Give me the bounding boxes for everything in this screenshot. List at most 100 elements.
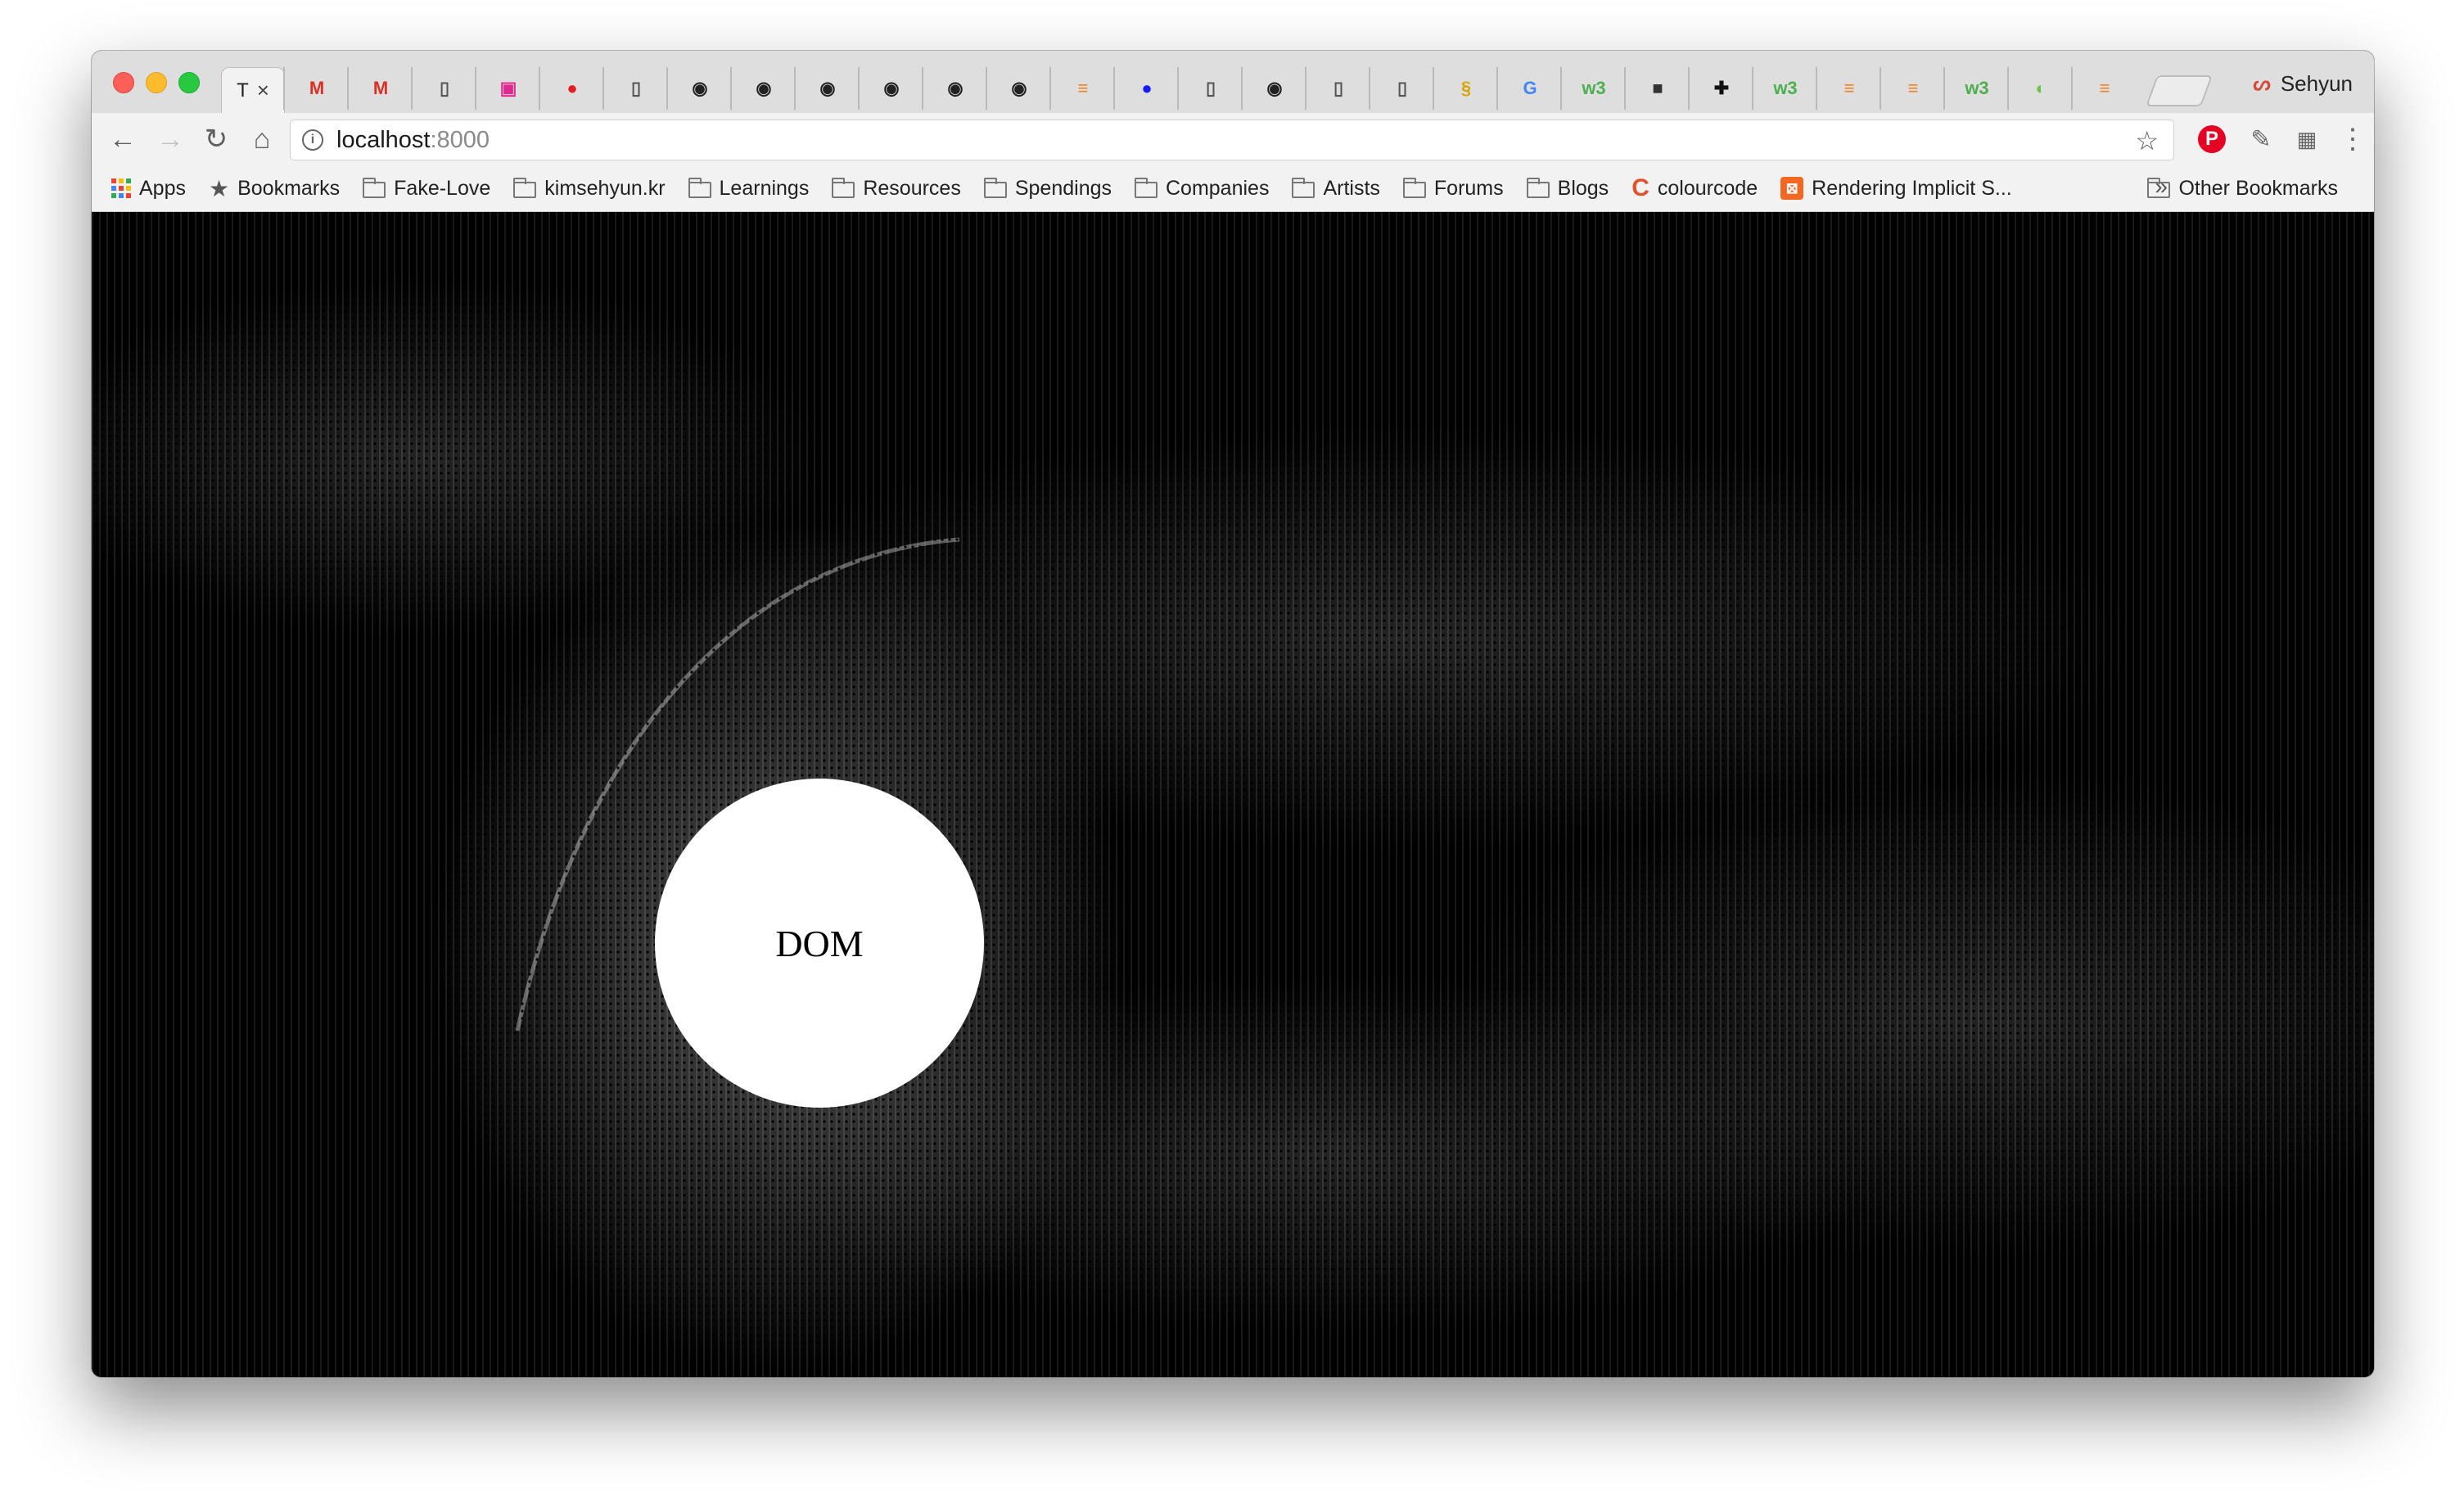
tab[interactable]: ▯ [1305,67,1370,110]
tab[interactable]: ▯ [1177,67,1243,110]
tab[interactable]: w3 [1752,67,1817,110]
tab[interactable]: ◉ [730,67,796,110]
bookmark-star-icon[interactable]: ☆ [2135,125,2159,156]
stackoverflow-icon: ≡ [1907,78,1919,98]
tab[interactable]: ▯ [602,67,668,110]
tab[interactable]: ▯ [1369,67,1434,110]
back-button[interactable]: ← [105,121,141,157]
qr-extension-button[interactable]: ▦ [2290,123,2323,156]
tab[interactable]: § [1433,67,1498,110]
bookmark-label: Apps [139,176,186,200]
tab[interactable]: M [347,67,413,110]
tab[interactable]: ✚ [1688,67,1753,110]
bookmark-label: Artists [1323,176,1380,200]
stackoverflow-icon: ≡ [1843,78,1855,98]
home-icon: ⌂ [253,123,271,155]
tab-active[interactable]: T × [221,67,285,113]
info-icon[interactable]: i [302,129,323,151]
tab[interactable]: G [1496,67,1562,110]
tab-list: T × M M ▯ ▣ ● ▯ ◉ ◉ ◉ ◉ ◉ ◉ ≡ ● ▯ ◉ ▯ ▯ § Gw3 ■ ✚ w3 ≡ ≡ w3 ◐ ≡ [221,67,2213,113]
browser-menu-button[interactable]: ⋮ [2336,123,2369,156]
bookmark-label: colourcode [1657,176,1758,200]
bookmark-item[interactable]: ⊠ Rendering Implicit S... [1780,177,2012,201]
tab-close-icon[interactable]: × [257,78,269,103]
profile-button[interactable]: ᔕ Sehyun [2253,69,2353,98]
tab[interactable]: ≡ [1816,67,1881,110]
bookmark-item[interactable]: Ccolourcode [1631,174,1758,202]
tab[interactable]: ◉ [986,67,1051,110]
bookmark-item[interactable]: ★ Bookmarks [209,175,340,202]
bookmark-item[interactable]: Blogs [1526,176,1609,201]
github-icon: ◉ [883,78,900,98]
page-icon: ▯ [1205,78,1216,98]
folder-icon [1292,177,1315,198]
bookmark-item[interactable]: Learnings [688,177,809,201]
tab[interactable]: ▯ [411,67,476,110]
tab[interactable]: ≡ [2071,67,2137,110]
g3d-icon: ■ [1652,78,1663,98]
tab[interactable]: ≡ [1049,67,1115,110]
home-button[interactable]: ⌂ [244,121,280,157]
folder-icon [983,177,1007,198]
tab[interactable]: ◉ [794,67,860,110]
page-icon: ▯ [439,78,450,98]
bookmark-item[interactable]: Spendings [983,176,1112,201]
url-text[interactable]: localhost:8000 [336,127,490,154]
pinterest-extension-button[interactable]: P [2195,123,2228,156]
w3schools-icon: w3 [1773,78,1798,98]
bookmark-label: Blogs [1557,176,1609,200]
tab[interactable]: ◉ [858,67,923,110]
stackoverflow-icon: ≡ [1077,78,1089,98]
tab[interactable]: ≡ [1880,67,1945,110]
reload-button[interactable]: ↻ [198,121,234,157]
clip-extension-button[interactable]: ✎ [2245,123,2277,156]
bookmark-item[interactable]: Companies [1135,177,1269,201]
window-close-button[interactable] [113,72,134,93]
other-bookmarks-label: Other Bookmarks [2178,176,2338,200]
window-minimize-button[interactable] [146,72,167,93]
tab[interactable]: M [283,67,349,110]
bookmark-label: Fake-Love [394,176,491,200]
tab[interactable]: w3 [1943,67,2009,110]
page-canvas[interactable]: DOM [92,212,2374,1377]
new-tab-button[interactable] [2146,75,2213,106]
folder-icon [2147,177,2171,198]
tab[interactable]: w3 [1560,67,1626,110]
other-bookmarks[interactable]: Other Bookmarks [2147,165,2338,211]
url-port: :8000 [430,126,490,153]
url-host: localhost [336,126,431,153]
dom-circle[interactable]: DOM [655,779,984,1108]
tab[interactable]: ■ [1624,67,1690,110]
github-icon: ◉ [1266,78,1283,98]
bookmark-item[interactable]: Forums [1402,177,1504,201]
gmail-icon: M [372,78,389,98]
window-maximize-button[interactable] [178,72,200,93]
folder-icon [363,177,386,198]
blue-dot-icon: ● [1141,78,1153,98]
gmail-icon: M [309,78,325,98]
apps-icon [111,178,131,198]
chip-icon: ▣ [499,78,517,98]
bookmark-label: Spendings [1014,176,1112,200]
folder-icon [832,177,855,198]
forward-button[interactable]: → [152,121,188,157]
folder-icon [1135,177,1158,198]
address-bar[interactable]: i localhost:8000 ☆ [290,120,2174,160]
bookmark-item[interactable]: Fake-Love [363,177,490,201]
tab[interactable]: ● [539,67,604,110]
qr-code-icon: ▦ [2296,126,2317,151]
bookmark-item[interactable]: kimsehyun.kr [513,177,666,201]
bookmark-item[interactable]: Apps [111,177,186,201]
bookmark-item[interactable]: Resources [832,177,961,201]
tab[interactable]: ◉ [922,67,987,110]
tab[interactable]: ◐ [2007,67,2073,110]
bookmark-item[interactable]: Artists [1292,176,1380,201]
slides-icon: § [1460,78,1472,98]
tab[interactable]: ◉ [666,67,732,110]
tab[interactable]: ● [1113,67,1179,110]
profile-icon: ᔕ [2253,72,2271,95]
bookmark-label: Companies [1166,176,1270,200]
kebab-menu-icon: ⋮ [2339,124,2367,155]
tab[interactable]: ▣ [475,67,540,110]
tab[interactable]: ◉ [1241,67,1306,110]
